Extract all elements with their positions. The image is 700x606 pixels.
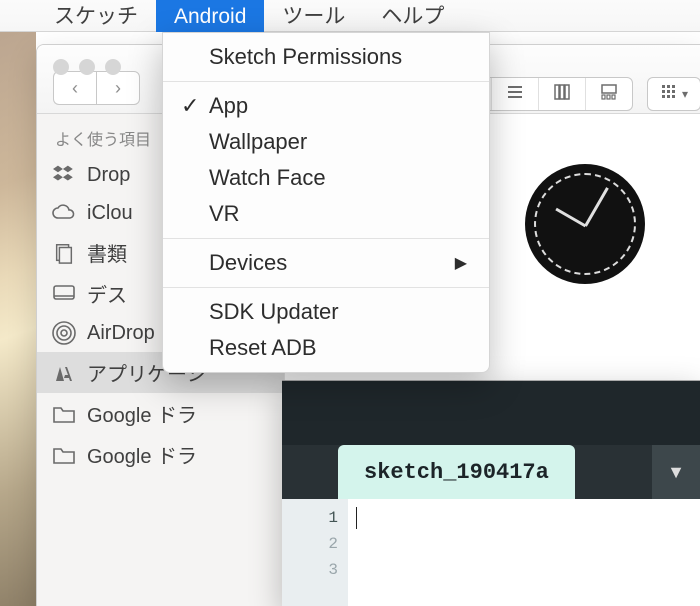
sidebar-item-label: Google ドラ [87,399,197,428]
menu-android[interactable]: Android [156,0,264,32]
chevron-down-icon: ▾ [682,87,688,101]
app-item-2[interactable] [515,154,655,294]
sidebar-item-label: Drop [87,164,130,187]
text-cursor [356,507,357,529]
view-list-button[interactable] [492,78,539,110]
menu-item-label: Devices [209,250,287,275]
menu-separator [163,287,489,288]
processing-window: sketch_190417a ▼ 1 2 3 [282,380,700,606]
submenu-arrow-icon: ▶ [455,253,467,273]
processing-tabbar: sketch_190417a ▼ [282,445,700,499]
documents-icon [51,240,77,266]
folder-icon [51,401,77,427]
menu-item-app[interactable]: App [163,88,489,124]
menu-separator [163,81,489,82]
chevron-left-icon: ‹ [72,78,78,99]
list-icon [506,83,524,106]
traffic-close-icon[interactable] [53,59,69,75]
app-icon-clock [525,164,645,284]
folder-icon [51,442,77,468]
menu-sketch[interactable]: スケッチ [36,0,156,32]
nav-back-button[interactable]: ‹ [53,71,96,105]
menu-item-sketch-permissions[interactable]: Sketch Permissions [163,39,489,75]
group-by-switcher[interactable]: ▾ [647,77,700,111]
android-menu-dropdown: Sketch Permissions App Wallpaper Watch F… [162,32,490,373]
editor-gutter: 1 2 3 [282,499,348,606]
menu-item-sdk-updater[interactable]: SDK Updater [163,294,489,330]
sidebar-item-google-drive-1[interactable]: Google ドラ [37,393,284,434]
mac-menubar: スケッチ Android ツール ヘルプ [0,0,700,32]
gutter-line-number: 3 [282,557,338,583]
columns-icon [553,83,571,106]
chevron-right-icon: › [115,78,121,99]
sidebar-item-google-drive-2[interactable]: Google ドラ [37,434,284,475]
applications-icon [51,360,77,386]
menu-item-reset-adb[interactable]: Reset ADB [163,330,489,366]
view-gallery-button[interactable] [586,78,632,110]
traffic-lights[interactable] [53,59,121,75]
desktop-icon [51,281,77,307]
airdrop-icon [51,320,77,346]
processing-tab[interactable]: sketch_190417a [338,445,575,499]
sidebar-item-label: デス [87,279,127,308]
nav-forward-button[interactable]: › [96,71,140,105]
menu-item-vr[interactable]: VR [163,196,489,232]
sidebar-item-label: iClou [87,202,133,225]
triangle-down-icon: ▼ [667,462,685,483]
processing-toolbar [282,381,700,445]
menu-item-wallpaper[interactable]: Wallpaper [163,124,489,160]
menu-help[interactable]: ヘルプ [363,0,462,32]
view-column-button[interactable] [539,78,586,110]
menu-item-watch-face[interactable]: Watch Face [163,160,489,196]
traffic-min-icon[interactable] [79,59,95,75]
menu-tools[interactable]: ツール [264,0,363,32]
icloud-icon [51,200,77,226]
sidebar-item-label: 書類 [87,238,127,267]
desktop-wallpaper [0,0,36,606]
dropbox-icon [51,162,77,188]
gallery-icon [600,83,618,106]
processing-mode-menu-button[interactable]: ▼ [652,445,700,499]
menu-item-devices[interactable]: Devices ▶ [163,245,489,281]
gutter-line-number: 1 [282,505,338,531]
menu-separator [163,238,489,239]
gutter-line-number: 2 [282,531,338,557]
sidebar-item-label: AirDrop [87,322,155,345]
code-editor[interactable] [348,499,700,606]
sidebar-item-label: Google ドラ [87,440,197,469]
group-icon [660,83,680,106]
traffic-zoom-icon[interactable] [105,59,121,75]
group-by-button[interactable]: ▾ [648,78,700,110]
